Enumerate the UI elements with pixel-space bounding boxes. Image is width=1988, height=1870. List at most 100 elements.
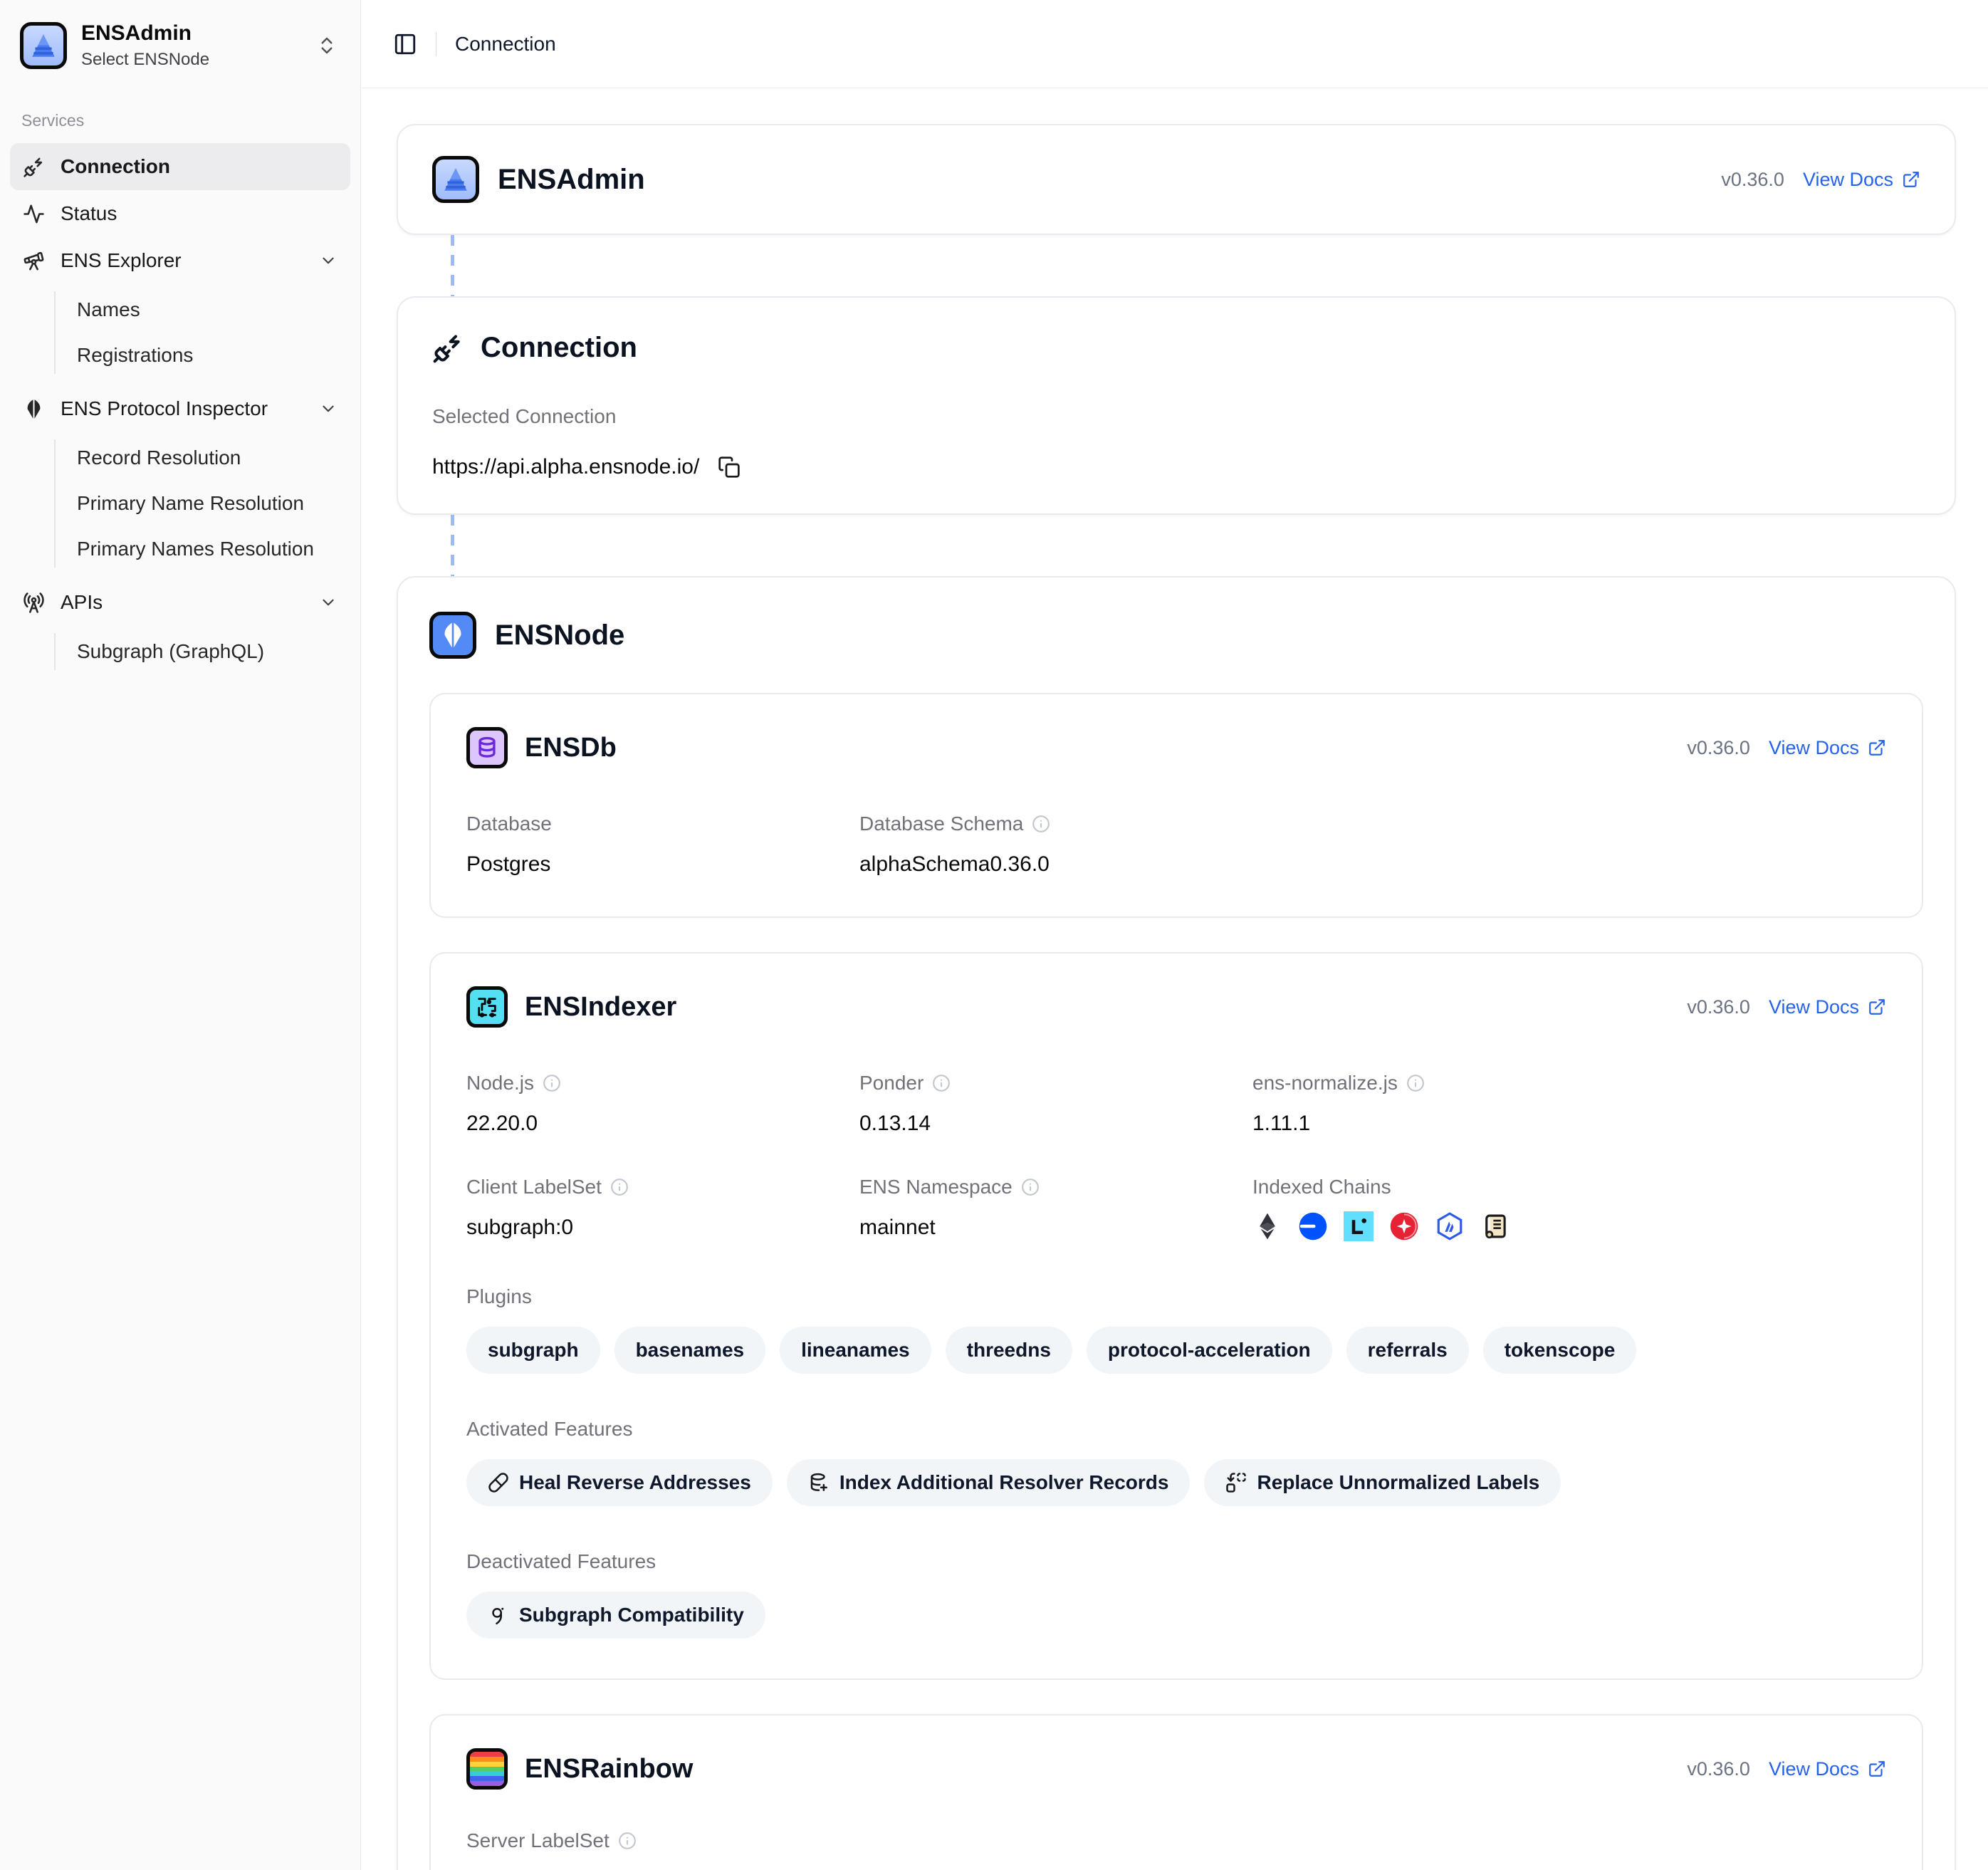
external-link-icon [1868,738,1886,757]
connection-card: Connection Selected Connection https://a… [397,296,1956,515]
radio-tower-icon [23,592,45,614]
sidebar-item-primary-name-resolution[interactable]: Primary Name Resolution [66,481,350,526]
ensnode-logo-icon [429,612,476,659]
breadcrumb: Connection [455,33,556,56]
feature-chip: Heal Reverse Addresses [466,1459,773,1506]
external-link-icon [1868,1760,1886,1778]
ensadmin-view-docs-link[interactable]: View Docs [1803,169,1920,191]
ensdb-logo-icon [466,727,508,768]
field-ens-normalize: ens-normalize.js 1.11.1 [1252,1072,1886,1136]
optimism-chain-icon [1389,1211,1419,1241]
info-icon[interactable] [1406,1074,1425,1092]
plugin-chip: tokenscope [1483,1327,1637,1374]
activity-icon [23,203,45,225]
linea-chain-icon [1344,1211,1374,1241]
sidebar-toggle-icon[interactable] [393,32,417,56]
sidebar-item-ens-protocol-inspector[interactable]: ENS Protocol Inspector [10,385,350,432]
card-connector-dashed-line [451,515,454,576]
scroll-chain-icon [1480,1211,1510,1241]
ensindexer-logo-icon [466,986,508,1028]
sidebar-item-registrations[interactable]: Registrations [66,333,350,378]
plugin-chip: threedns [946,1327,1072,1374]
ensadmin-logo-icon [20,22,67,69]
sidebar-item-record-resolution[interactable]: Record Resolution [66,435,350,481]
ensindexer-card: ENSIndexer v0.36.0 View Docs Node.js [429,952,1923,1680]
plugin-chip: basenames [614,1327,766,1374]
feature-chip: Subgraph Compatibility [466,1592,765,1639]
ens-explorer-children: Names Registrations [54,287,350,378]
plugin-chip: lineanames [780,1327,931,1374]
selected-connection-url: https://api.alpha.ensnode.io/ [432,455,699,479]
info-icon[interactable] [543,1074,561,1092]
sidebar-item-label: APIs [61,591,103,614]
copy-icon[interactable] [718,456,741,479]
database-plus-icon [808,1472,830,1493]
plugin-chip: subgraph [466,1327,600,1374]
field-nodejs: Node.js 22.20.0 [466,1072,859,1136]
ensindexer-version: v0.36.0 [1687,996,1750,1018]
sidebar-item-subgraph-graphql[interactable]: Subgraph (GraphQL) [66,629,350,674]
ensrainbow-version: v0.36.0 [1687,1758,1750,1780]
feature-chip: Replace Unnormalized Labels [1204,1459,1561,1506]
plug-zap-icon [23,156,45,178]
ensnode-selector[interactable]: ENSAdmin Select ENSNode [10,11,350,80]
subgraph-compat-icon [488,1604,509,1626]
chevron-down-icon [319,593,338,612]
ens-mark-icon [23,398,45,420]
ensrainbow-card: ENSRainbow v0.36.0 View Docs Server La [429,1714,1923,1870]
sidebar-item-names[interactable]: Names [66,287,350,333]
sidebar-item-connection[interactable]: Connection [10,143,350,190]
plug-zap-icon [432,333,464,364]
sidebar-item-apis[interactable]: APIs [10,579,350,626]
info-icon[interactable] [618,1832,637,1850]
ensnode-card: ENSNode ENSDb v0.36.0 View Docs [397,576,1956,1870]
info-icon[interactable] [610,1178,629,1196]
feature-chip: Index Additional Resolver Records [787,1459,1191,1506]
field-ponder: Ponder 0.13.14 [859,1072,1252,1136]
selected-connection-label: Selected Connection [432,405,1920,428]
external-link-icon [1902,170,1920,189]
ensrainbow-card-title: ENSRainbow [525,1754,693,1785]
ensadmin-card: ENSAdmin v0.36.0 View Docs [397,124,1956,235]
ensdb-card: ENSDb v0.36.0 View Docs Database [429,693,1923,918]
chevron-down-icon [319,251,338,270]
ethereum-chain-icon [1252,1211,1282,1241]
field-ens-namespace: ENS Namespace mainnet [859,1176,1252,1241]
info-icon[interactable] [1032,815,1050,833]
deactivated-features-chips: Subgraph Compatibility [466,1592,1886,1639]
telescope-icon [23,250,45,272]
ensdb-view-docs-link[interactable]: View Docs [1769,737,1886,759]
ensadmin-card-title: ENSAdmin [498,164,645,196]
plugins-chips: subgraph basenames lineanames threedns p… [466,1327,1886,1374]
info-icon[interactable] [1021,1178,1040,1196]
field-client-labelset: Client LabelSet subgraph:0 [466,1176,859,1241]
sidebar-item-primary-names-resolution[interactable]: Primary Names Resolution [66,526,350,572]
plugin-chip: referrals [1346,1327,1469,1374]
main-area: Connection ENSAdmin v0.36.0 View Docs [361,0,1988,1870]
deactivated-features-label: Deactivated Features [466,1550,1886,1573]
info-icon[interactable] [932,1074,951,1092]
ens-protocol-inspector-children: Record Resolution Primary Name Resolutio… [54,435,350,572]
topbar: Connection [361,0,1988,88]
ensnode-card-title: ENSNode [495,620,624,652]
ensindexer-view-docs-link[interactable]: View Docs [1769,996,1886,1018]
activated-features-chips: Heal Reverse Addresses Index Additional … [466,1459,1886,1506]
ensadmin-version: v0.36.0 [1721,169,1784,191]
plugins-label: Plugins [466,1285,1886,1308]
sidebar-item-status[interactable]: Status [10,190,350,237]
connection-card-title: Connection [481,332,637,364]
arbitrum-chain-icon [1435,1211,1465,1241]
sidebar-item-label: ENS Protocol Inspector [61,397,268,420]
field-database: Database Postgres [466,813,859,877]
plugin-chip: protocol-acceleration [1087,1327,1332,1374]
sidebar-item-label: ENS Explorer [61,249,182,272]
app-name: ENSAdmin [81,21,192,45]
apis-children: Subgraph (GraphQL) [54,629,350,674]
ensrainbow-view-docs-link[interactable]: View Docs [1769,1758,1886,1780]
field-server-labelset: Server LabelSet subgraph:0 [466,1829,859,1870]
replace-icon [1225,1472,1247,1493]
sidebar-item-ens-explorer[interactable]: ENS Explorer [10,237,350,284]
sidebar-nav: Connection Status ENS Explorer Names Reg… [10,143,350,681]
ensdb-version: v0.36.0 [1687,737,1750,759]
chevrons-up-down-icon [312,31,342,61]
